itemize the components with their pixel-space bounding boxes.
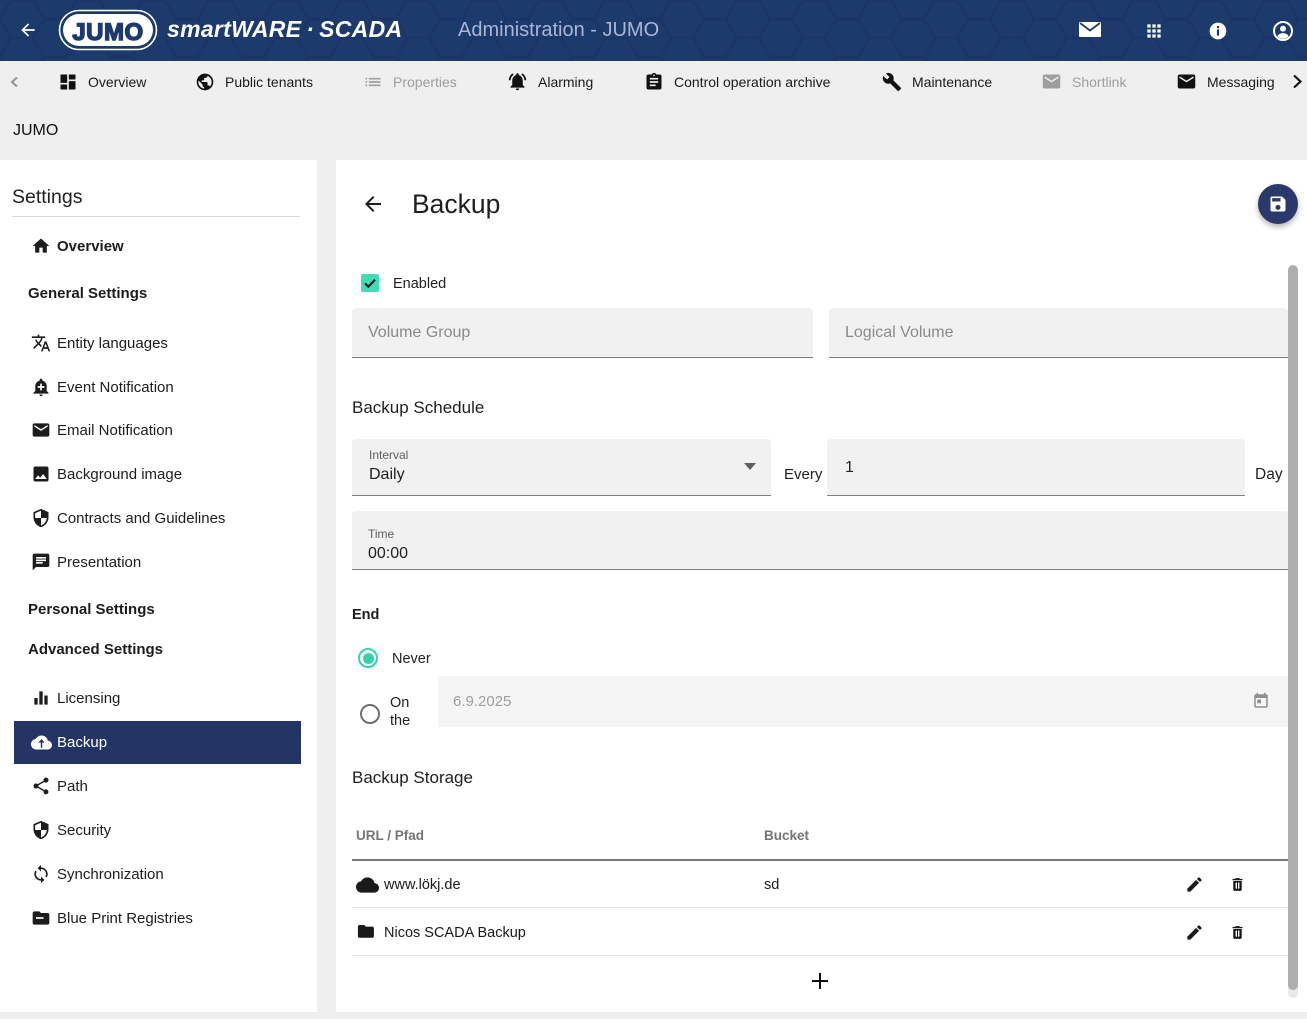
svg-text:JUMO: JUMO (72, 19, 143, 46)
